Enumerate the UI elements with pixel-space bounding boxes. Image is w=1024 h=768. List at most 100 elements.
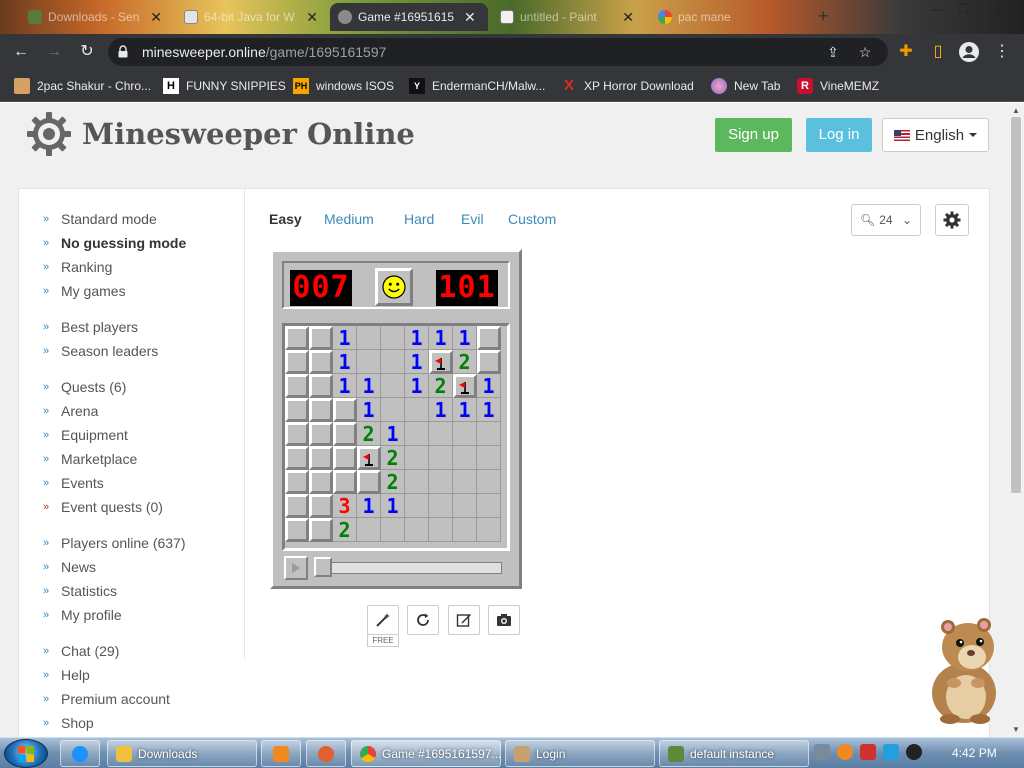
sidebar-item-marketplace[interactable]: » Marketplace [43, 451, 137, 467]
menu-kebab-icon[interactable]: ⋮ [991, 41, 1013, 63]
sidebar-item-best-players[interactable]: » Best players [43, 319, 138, 335]
close-icon[interactable]: ✕ [150, 9, 162, 26]
closed-cell[interactable] [285, 470, 309, 494]
hint-button[interactable] [367, 605, 399, 635]
bookmark-xp-horror[interactable]: X XP Horror Download [561, 77, 694, 95]
tray-network-icon[interactable] [814, 744, 830, 760]
closed-cell[interactable] [333, 398, 357, 422]
number-cell[interactable]: 3 [333, 494, 357, 518]
tab-downloads[interactable]: Downloads - Sen ✕ [20, 3, 170, 31]
sidebar-item-events[interactable]: » Events [43, 475, 104, 491]
tab-custom[interactable]: Custom [508, 211, 556, 227]
replay-slider-thumb[interactable] [314, 557, 332, 577]
taskbar-ie[interactable] [60, 740, 100, 767]
tab-paint[interactable]: untitled - Paint ✕ [492, 3, 642, 31]
closed-cell[interactable] [285, 446, 309, 470]
sidebar-item-my-games[interactable]: » My games [43, 283, 126, 299]
closed-cell[interactable] [309, 326, 333, 350]
sidebar-item-quests[interactable]: » Quests (6) [43, 379, 126, 395]
closed-cell[interactable] [285, 374, 309, 398]
extensions-icon[interactable]: ✚ [895, 41, 917, 63]
number-cell[interactable]: 1 [429, 398, 453, 422]
number-cell[interactable]: 1 [429, 326, 453, 350]
number-cell[interactable]: 1 [357, 398, 381, 422]
start-button[interactable] [4, 739, 48, 768]
number-cell[interactable]: 1 [405, 350, 429, 374]
tray-display-icon[interactable] [883, 744, 899, 760]
taskbar-default-instance[interactable]: default instance [659, 740, 809, 767]
taskbar-downloads[interactable]: Downloads [107, 740, 257, 767]
smiley-face-button[interactable] [375, 268, 413, 306]
closed-cell[interactable] [309, 422, 333, 446]
closed-cell[interactable] [309, 398, 333, 422]
sidebar-item-standard-mode[interactable]: » Standard mode [43, 211, 157, 227]
number-cell[interactable]: 1 [381, 494, 405, 518]
number-cell[interactable]: 2 [357, 422, 381, 446]
scrollbar-thumb[interactable] [1011, 117, 1021, 493]
scroll-up-icon[interactable]: ▲ [1012, 106, 1020, 115]
number-cell[interactable]: 1 [381, 422, 405, 446]
taskbar-login[interactable]: Login [505, 740, 655, 767]
closed-cell[interactable] [285, 494, 309, 518]
bookmark-funny-snippies[interactable]: H FUNNY SNIPPIES [163, 77, 286, 95]
tab-google[interactable]: pac mane [650, 3, 808, 31]
site-title[interactable]: Minesweeper Online [82, 117, 415, 151]
restart-button[interactable] [407, 605, 439, 635]
closed-cell[interactable] [333, 422, 357, 446]
forward-icon[interactable]: → [43, 41, 65, 63]
tab-medium[interactable]: Medium [324, 211, 374, 227]
taskbar-clock[interactable]: 4:42 PM [952, 746, 997, 760]
number-cell[interactable]: 2 [333, 518, 357, 542]
back-icon[interactable]: ← [10, 41, 32, 63]
tray-flag-icon[interactable] [860, 744, 876, 760]
closed-cell[interactable] [333, 446, 357, 470]
close-icon[interactable]: ✕ [622, 9, 634, 26]
number-cell[interactable]: 2 [453, 350, 477, 374]
restore-icon[interactable]: ❐ [951, 0, 977, 18]
tab-game[interactable]: Game #1695161597 ✕ [330, 3, 488, 31]
sidebar-item-news[interactable]: » News [43, 559, 96, 575]
closed-cell[interactable] [309, 374, 333, 398]
close-icon[interactable]: ✕ [306, 9, 318, 26]
number-cell[interactable]: 1 [357, 374, 381, 398]
taskbar-pinned-app[interactable] [306, 740, 346, 767]
sidebar-item-event-quests[interactable]: » Event quests (0) [43, 499, 163, 515]
sidebar-item-my-profile[interactable]: » My profile [43, 607, 122, 623]
profile-avatar-icon[interactable] [958, 41, 980, 63]
number-cell[interactable]: 1 [333, 326, 357, 350]
tray-app-icon[interactable] [906, 744, 922, 760]
flagged-cell[interactable] [357, 446, 381, 470]
minimize-icon[interactable]: — [924, 0, 950, 18]
star-icon[interactable]: ☆ [856, 43, 874, 61]
number-cell[interactable]: 1 [453, 398, 477, 422]
sidebar-item-arena[interactable]: » Arena [43, 403, 98, 419]
closed-cell[interactable] [285, 422, 309, 446]
close-window-icon[interactable]: ✕ [986, 0, 1012, 18]
closed-cell[interactable] [285, 326, 309, 350]
sidebar-item-shop[interactable]: » Shop [43, 715, 94, 731]
bookmark-vinememz[interactable]: R VineMEMZ [797, 77, 879, 95]
sidebar-item-chat[interactable]: » Chat (29) [43, 643, 119, 659]
tab-hard[interactable]: Hard [404, 211, 434, 227]
sidebar-item-no-guessing-mode[interactable]: » No guessing mode [43, 235, 186, 251]
sidebar-item-ranking[interactable]: » Ranking [43, 259, 112, 275]
side-panel-icon[interactable]: ▯ [927, 41, 949, 63]
sidebar-item-players-online[interactable]: » Players online (637) [43, 535, 186, 551]
closed-cell[interactable] [309, 446, 333, 470]
new-tab-icon[interactable]: + [818, 6, 829, 27]
sidebar-item-statistics[interactable]: » Statistics [43, 583, 117, 599]
vertical-scrollbar[interactable]: ▲ ▼ [1008, 103, 1024, 737]
number-cell[interactable]: 2 [381, 446, 405, 470]
sidebar-item-premium-account[interactable]: » Premium account [43, 691, 170, 707]
closed-cell[interactable] [477, 326, 501, 350]
closed-cell[interactable] [285, 518, 309, 542]
number-cell[interactable]: 1 [477, 374, 501, 398]
closed-cell[interactable] [285, 398, 309, 422]
number-cell[interactable]: 2 [381, 470, 405, 494]
close-icon[interactable]: ✕ [464, 9, 476, 26]
reload-icon[interactable]: ↻ [76, 41, 98, 63]
number-cell[interactable]: 1 [477, 398, 501, 422]
bookmark-new-tab[interactable]: New Tab [711, 77, 780, 95]
sidebar-item-help[interactable]: » Help [43, 667, 90, 683]
sidebar-item-equipment[interactable]: » Equipment [43, 427, 128, 443]
